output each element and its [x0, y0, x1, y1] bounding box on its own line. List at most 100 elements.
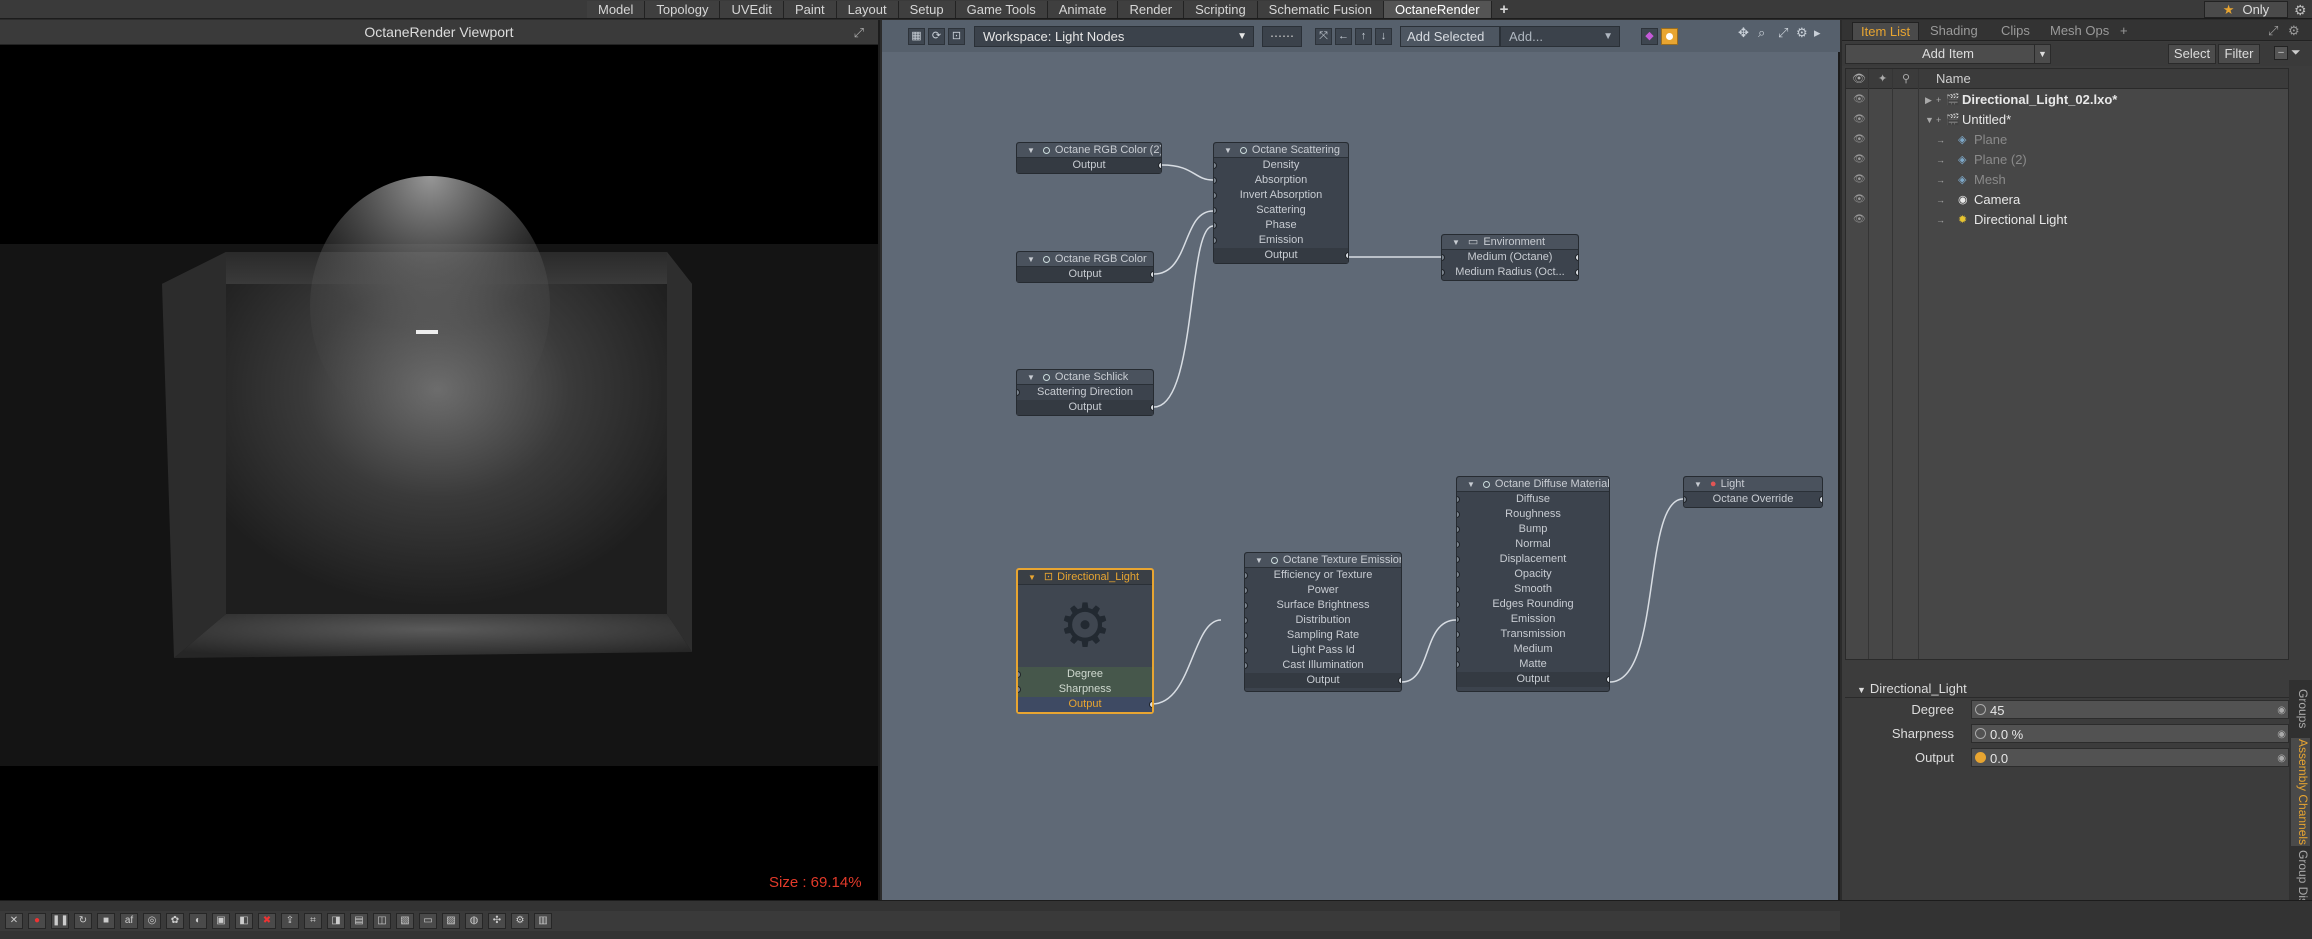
input-port[interactable]: [1457, 511, 1460, 518]
input-port[interactable]: [1457, 571, 1460, 578]
input-port[interactable]: [1245, 662, 1248, 669]
tab-game-tools[interactable]: Game Tools: [955, 1, 1048, 18]
export-icon[interactable]: ⇪: [281, 913, 299, 929]
node-octane-diffuse-material[interactable]: ▼ Octane Diffuse Material Diffuse Roughne…: [1456, 476, 1610, 692]
tab-schematic-fusion[interactable]: Schematic Fusion: [1257, 1, 1384, 18]
output-port[interactable]: [1606, 676, 1609, 683]
node-octane-rgb-color[interactable]: ▼ Octane RGB Color Output: [1016, 251, 1154, 283]
stop-square-icon[interactable]: ■: [97, 913, 115, 929]
keyframe-icon[interactable]: [1975, 752, 1986, 763]
node-header[interactable]: ▼ ⊡ Directional_Light: [1018, 570, 1152, 585]
eye-icon[interactable]: 👁: [1853, 150, 1866, 170]
input-port[interactable]: [1442, 254, 1445, 261]
tab-item-list[interactable]: Item List: [1852, 22, 1920, 40]
collapse-icon[interactable]: ▼: [1452, 238, 1460, 247]
input-port[interactable]: [1245, 647, 1248, 654]
chevron-right-icon[interactable]: ▶: [1925, 90, 1932, 110]
eye-icon[interactable]: 👁: [1853, 90, 1866, 110]
crop-icon[interactable]: ⌗: [304, 913, 322, 929]
output-port[interactable]: [1158, 162, 1161, 169]
list-item[interactable]: 👁 ▶ + 🎬 Directional_Light_02.lxo*: [1846, 90, 2288, 110]
output-port[interactable]: [1398, 677, 1401, 684]
input-port[interactable]: [1457, 601, 1460, 608]
input-port[interactable]: [1457, 556, 1460, 563]
collapse-icon[interactable]: ▼: [1027, 255, 1035, 264]
image-icon[interactable]: ▨: [442, 913, 460, 929]
output-port[interactable]: [1150, 404, 1153, 411]
gear-icon[interactable]: ⚙: [2280, 22, 2308, 40]
region-icon[interactable]: ▣: [212, 913, 230, 929]
node-header[interactable]: ▼ Octane RGB Color (2): [1017, 143, 1161, 158]
tab-clips[interactable]: Clips: [1993, 22, 2038, 40]
add-tab-button[interactable]: +: [1492, 1, 1517, 18]
save-icon[interactable]: ▤: [350, 913, 368, 929]
add-item-button[interactable]: Add Item ▼: [1845, 44, 2051, 64]
tab-layout[interactable]: Layout: [836, 1, 899, 18]
stop-icon[interactable]: ✕: [5, 913, 23, 929]
input-port[interactable]: [1214, 222, 1217, 229]
input-port[interactable]: [1018, 671, 1021, 678]
input-port[interactable]: [1457, 646, 1460, 653]
select-button[interactable]: Select: [2168, 44, 2216, 64]
node-light[interactable]: ▼ ● Light Octane Override: [1683, 476, 1823, 508]
input-port[interactable]: [1457, 616, 1460, 623]
node-header[interactable]: ▼ Octane Diffuse Material: [1457, 477, 1609, 492]
pin-column-icon[interactable]: ✦: [1878, 69, 1887, 89]
degree-field[interactable]: 45 ◉: [1971, 700, 2289, 719]
settings-icon[interactable]: ⚙: [511, 913, 529, 929]
tab-groups[interactable]: Groups: [2291, 684, 2310, 734]
collapse-icon[interactable]: ▼: [1027, 146, 1035, 155]
list-item[interactable]: 👁 → ◉ Camera: [1846, 190, 2288, 210]
node-octane-texture-emission[interactable]: ▼ Octane Texture Emission Efficiency or T…: [1244, 552, 1402, 692]
node-octane-scattering[interactable]: ▼ Octane Scattering Density Absorption In…: [1213, 142, 1349, 264]
column-name[interactable]: Name: [1936, 69, 1971, 89]
compare-icon[interactable]: ◨: [327, 913, 345, 929]
sharpness-field[interactable]: 0.0 % ◉: [1971, 724, 2289, 743]
node-editor[interactable]: ▦ ⟳ ⊡ Workspace: Light Nodes ▼ ⋯⋯ ⤧ ← ↑ ↓…: [882, 20, 1840, 900]
record-icon[interactable]: ●: [28, 913, 46, 929]
collapse-icon[interactable]: ▼: [1028, 573, 1036, 582]
output-field[interactable]: 0.0 ◉: [1971, 748, 2289, 767]
node-header[interactable]: ▼ Octane Texture Emission: [1245, 553, 1401, 568]
eye-column-icon[interactable]: 👁: [1852, 69, 1866, 89]
input-port[interactable]: [1442, 269, 1445, 276]
collapse-icon[interactable]: ▼: [1857, 685, 1866, 695]
tab-shading[interactable]: Shading: [1922, 22, 1986, 40]
input-port[interactable]: [1457, 661, 1460, 668]
node-octane-schlick[interactable]: ▼ Octane Schlick Scattering Direction Out…: [1016, 369, 1154, 416]
tab-paint[interactable]: Paint: [783, 1, 837, 18]
eye-icon[interactable]: 👁: [1853, 210, 1866, 230]
network-icon[interactable]: ✣: [488, 913, 506, 929]
keyframe-icon[interactable]: [1975, 704, 1986, 715]
input-port[interactable]: [1214, 162, 1217, 169]
list-item[interactable]: 👁 → ✹ Directional Light: [1846, 210, 2288, 230]
input-port[interactable]: [1684, 496, 1687, 503]
list-item[interactable]: 👁 → ◈ Plane (2): [1846, 150, 2288, 170]
gear-icon[interactable]: ⚙: [2294, 2, 2307, 19]
input-port[interactable]: [1018, 686, 1021, 693]
node-header[interactable]: ▼ ● Light: [1684, 477, 1822, 492]
input-port[interactable]: [1245, 602, 1248, 609]
chevron-down-icon[interactable]: ▼: [2034, 45, 2050, 63]
node-header[interactable]: ▼ Octane Schlick: [1017, 370, 1153, 385]
tab-render[interactable]: Render: [1118, 1, 1185, 18]
link-icon[interactable]: ◉: [2277, 749, 2286, 769]
tab-model[interactable]: Model: [587, 1, 646, 18]
tab-animate[interactable]: Animate: [1047, 1, 1119, 18]
tab-octanerender[interactable]: OctaneRender: [1384, 1, 1492, 18]
minus-icon[interactable]: –: [2274, 46, 2288, 60]
item-list[interactable]: 👁 ✦ ⚲ Name 👁 ▶ + 🎬 Directional_Light_02.…: [1845, 68, 2289, 660]
tab-uvedit[interactable]: UVEdit: [720, 1, 784, 18]
collapse-icon[interactable]: ▼: [1694, 480, 1702, 489]
tab-assembly-channels[interactable]: Assembly Channels: [2291, 738, 2310, 846]
collapse-icon[interactable]: ▼: [1224, 146, 1232, 155]
list-item[interactable]: 👁 ▼ + 🎬 Untitled*: [1846, 110, 2288, 130]
output-port[interactable]: [1575, 254, 1578, 261]
node-header[interactable]: ▼ Octane RGB Color: [1017, 252, 1153, 267]
layers-icon[interactable]: ◫: [373, 913, 391, 929]
node-directional-light[interactable]: ▼ ⊡ Directional_Light ⚙ Degree Sharpness O…: [1016, 568, 1154, 714]
eye-icon[interactable]: 👁: [1853, 170, 1866, 190]
input-port[interactable]: [1214, 177, 1217, 184]
input-port[interactable]: [1214, 237, 1217, 244]
input-port[interactable]: [1245, 572, 1248, 579]
